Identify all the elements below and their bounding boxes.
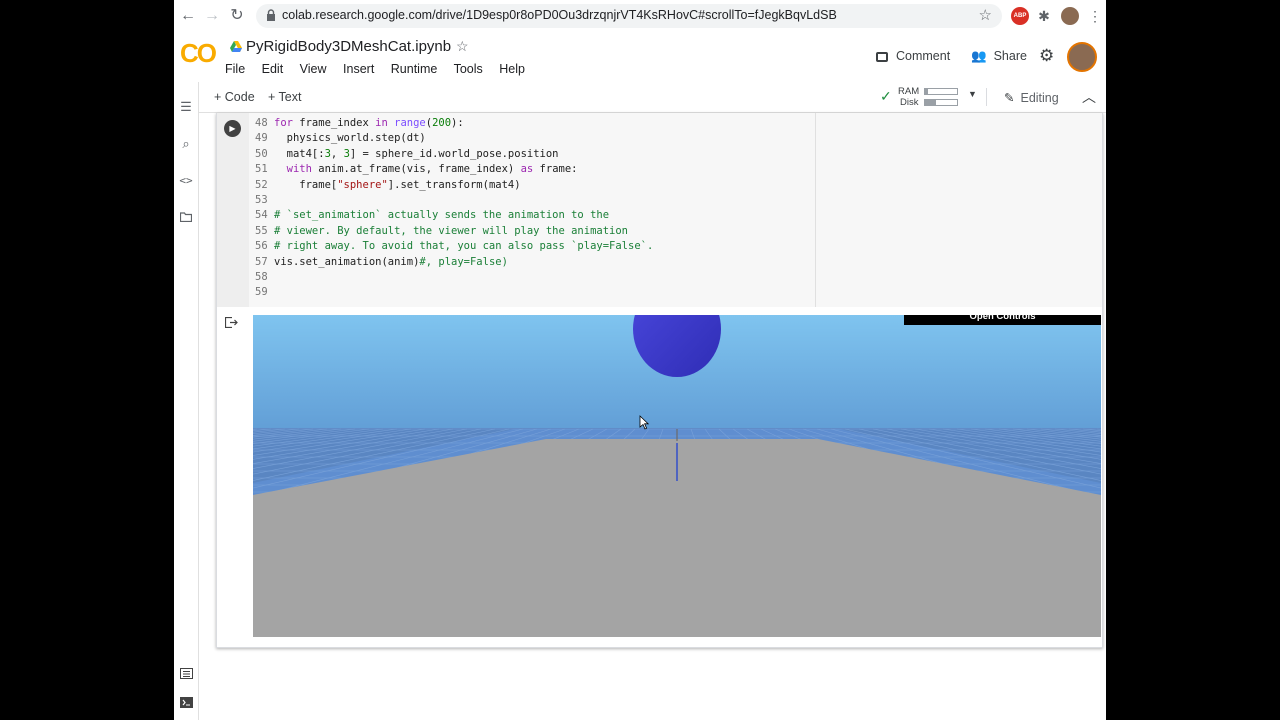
code-line: 56 # right away. To avoid that, you can a… bbox=[255, 240, 654, 253]
people-icon: 👥 bbox=[971, 49, 987, 63]
share-button[interactable]: 👥 Share bbox=[971, 49, 1027, 64]
line-number: 57 bbox=[255, 255, 268, 268]
code-line: 50 mat4[:3, 3] = sphere_id.world_pose.po… bbox=[255, 147, 559, 160]
url-text: colab.research.google.com/drive/1D9esp0r… bbox=[282, 8, 837, 22]
code-line: 57 vis.set_animation(anim)#, play=False) bbox=[255, 255, 508, 268]
line-number: 52 bbox=[255, 178, 268, 191]
code-line: 58 bbox=[255, 271, 274, 286]
add-code-button[interactable]: + Code bbox=[214, 90, 255, 104]
code-line: 49 physics_world.step(dt) bbox=[255, 132, 426, 145]
menu-help[interactable]: Help bbox=[499, 62, 525, 76]
back-icon[interactable]: ← bbox=[178, 6, 198, 26]
code-snippets-icon[interactable]: <> bbox=[178, 173, 194, 189]
colab-header: CO PyRigidBody3DMeshCat.ipynb ☆ File Edi… bbox=[174, 32, 1106, 82]
menu-bar: File Edit View Insert Runtime Tools Help bbox=[225, 62, 538, 76]
scene-canvas[interactable] bbox=[253, 315, 1101, 637]
star-icon[interactable]: ☆ bbox=[456, 38, 469, 55]
adblock-icon[interactable]: ABP bbox=[1011, 7, 1029, 25]
comment-icon bbox=[876, 52, 888, 62]
run-cell-button[interactable]: ▶ bbox=[224, 120, 241, 137]
code-line: 53 bbox=[255, 194, 274, 209]
line-number: 55 bbox=[255, 224, 268, 237]
command-palette-icon[interactable] bbox=[178, 667, 194, 683]
forward-icon[interactable]: → bbox=[202, 6, 222, 26]
notebook-toolbar: + Code + Text ✓ RAM Disk ▼ ✎ Editing ︿ bbox=[174, 82, 1106, 113]
output-actions-icon[interactable] bbox=[224, 316, 241, 331]
colab-logo[interactable]: CO bbox=[180, 38, 217, 69]
toolbar-divider bbox=[986, 88, 987, 106]
extensions-icon[interactable]: ✱ bbox=[1035, 7, 1053, 25]
line-number: 59 bbox=[255, 286, 268, 299]
line-number: 56 bbox=[255, 240, 268, 253]
address-bar[interactable]: colab.research.google.com/drive/1D9esp0r… bbox=[256, 4, 1002, 28]
reload-icon[interactable]: ↻ bbox=[227, 6, 247, 26]
bookmark-star-icon[interactable]: ☆ bbox=[979, 6, 992, 24]
notebook-area: ▶ 48 for frame_index in range(200): 49 phy… bbox=[199, 113, 1106, 720]
line-number: 48 bbox=[255, 117, 268, 129]
files-folder-icon[interactable] bbox=[178, 210, 194, 226]
code-line: 55 # viewer. By default, the viewer will … bbox=[255, 224, 629, 237]
dropdown-arrow-icon[interactable]: ▼ bbox=[968, 89, 977, 99]
ram-meter bbox=[924, 88, 958, 95]
code-editor[interactable]: 48 for frame_index in range(200): 49 physi… bbox=[249, 113, 816, 307]
disk-label: Disk bbox=[900, 97, 919, 108]
line-number: 53 bbox=[255, 194, 268, 206]
code-line: 52 frame["sphere"].set_transform(mat4) bbox=[255, 178, 521, 191]
share-label: Share bbox=[993, 49, 1027, 63]
browser-menu-icon[interactable]: ⋮ bbox=[1086, 7, 1104, 25]
meshcat-3d-viewer[interactable]: Open Controls bbox=[253, 315, 1101, 637]
menu-file[interactable]: File bbox=[225, 62, 245, 76]
editing-label: Editing bbox=[1020, 91, 1059, 105]
line-number: 58 bbox=[255, 271, 268, 283]
line-number: 50 bbox=[255, 147, 268, 160]
browser-toolbar: ← → ↻ colab.research.google.com/drive/1D… bbox=[174, 0, 1106, 32]
user-avatar[interactable] bbox=[1067, 42, 1097, 72]
editing-mode-button[interactable]: ✎ Editing bbox=[1004, 90, 1059, 105]
terminal-icon[interactable] bbox=[178, 696, 194, 712]
drive-icon bbox=[230, 41, 242, 52]
browser-window: ← → ↻ colab.research.google.com/drive/1D… bbox=[174, 0, 1106, 720]
code-line: 59 bbox=[255, 286, 274, 301]
line-number: 54 bbox=[255, 209, 268, 222]
code-line: 54 # `set_animation` actually sends the a… bbox=[255, 209, 610, 222]
connected-check-icon: ✓ bbox=[880, 88, 892, 104]
menu-edit[interactable]: Edit bbox=[262, 62, 284, 76]
ram-label: RAM bbox=[898, 86, 920, 97]
code-cell[interactable]: ▶ 48 for frame_index in range(200): 49 phy… bbox=[216, 113, 1103, 648]
profile-avatar[interactable] bbox=[1061, 7, 1079, 25]
table-of-contents-icon[interactable]: ☰ bbox=[178, 99, 194, 115]
left-sidebar: ☰ ⌕ <> bbox=[174, 82, 199, 720]
code-editor-right-pane bbox=[816, 113, 1102, 307]
open-controls-button[interactable]: Open Controls bbox=[904, 315, 1101, 325]
menu-insert[interactable]: Insert bbox=[343, 62, 374, 76]
code-line: 51 with anim.at_frame(vis, frame_index) … bbox=[255, 163, 578, 176]
line-number: 51 bbox=[255, 163, 268, 176]
add-text-button[interactable]: + Text bbox=[268, 90, 301, 104]
menu-tools[interactable]: Tools bbox=[454, 62, 483, 76]
notebook-title[interactable]: PyRigidBody3DMeshCat.ipynb bbox=[246, 38, 451, 55]
line-number: 49 bbox=[255, 132, 268, 145]
settings-gear-icon[interactable]: ⚙ bbox=[1039, 46, 1054, 66]
comment-label: Comment bbox=[896, 49, 951, 63]
cell-gutter: ▶ bbox=[217, 113, 249, 307]
menu-runtime[interactable]: Runtime bbox=[391, 62, 438, 76]
comment-button[interactable]: Comment bbox=[876, 49, 950, 63]
pencil-icon: ✎ bbox=[1004, 91, 1015, 105]
collapse-header-icon[interactable]: ︿ bbox=[1082, 87, 1096, 107]
lock-icon bbox=[267, 9, 275, 21]
code-line: 48 for frame_index in range(200): bbox=[255, 117, 464, 129]
disk-meter bbox=[924, 99, 958, 106]
menu-view[interactable]: View bbox=[300, 62, 327, 76]
search-icon[interactable]: ⌕ bbox=[178, 136, 194, 152]
